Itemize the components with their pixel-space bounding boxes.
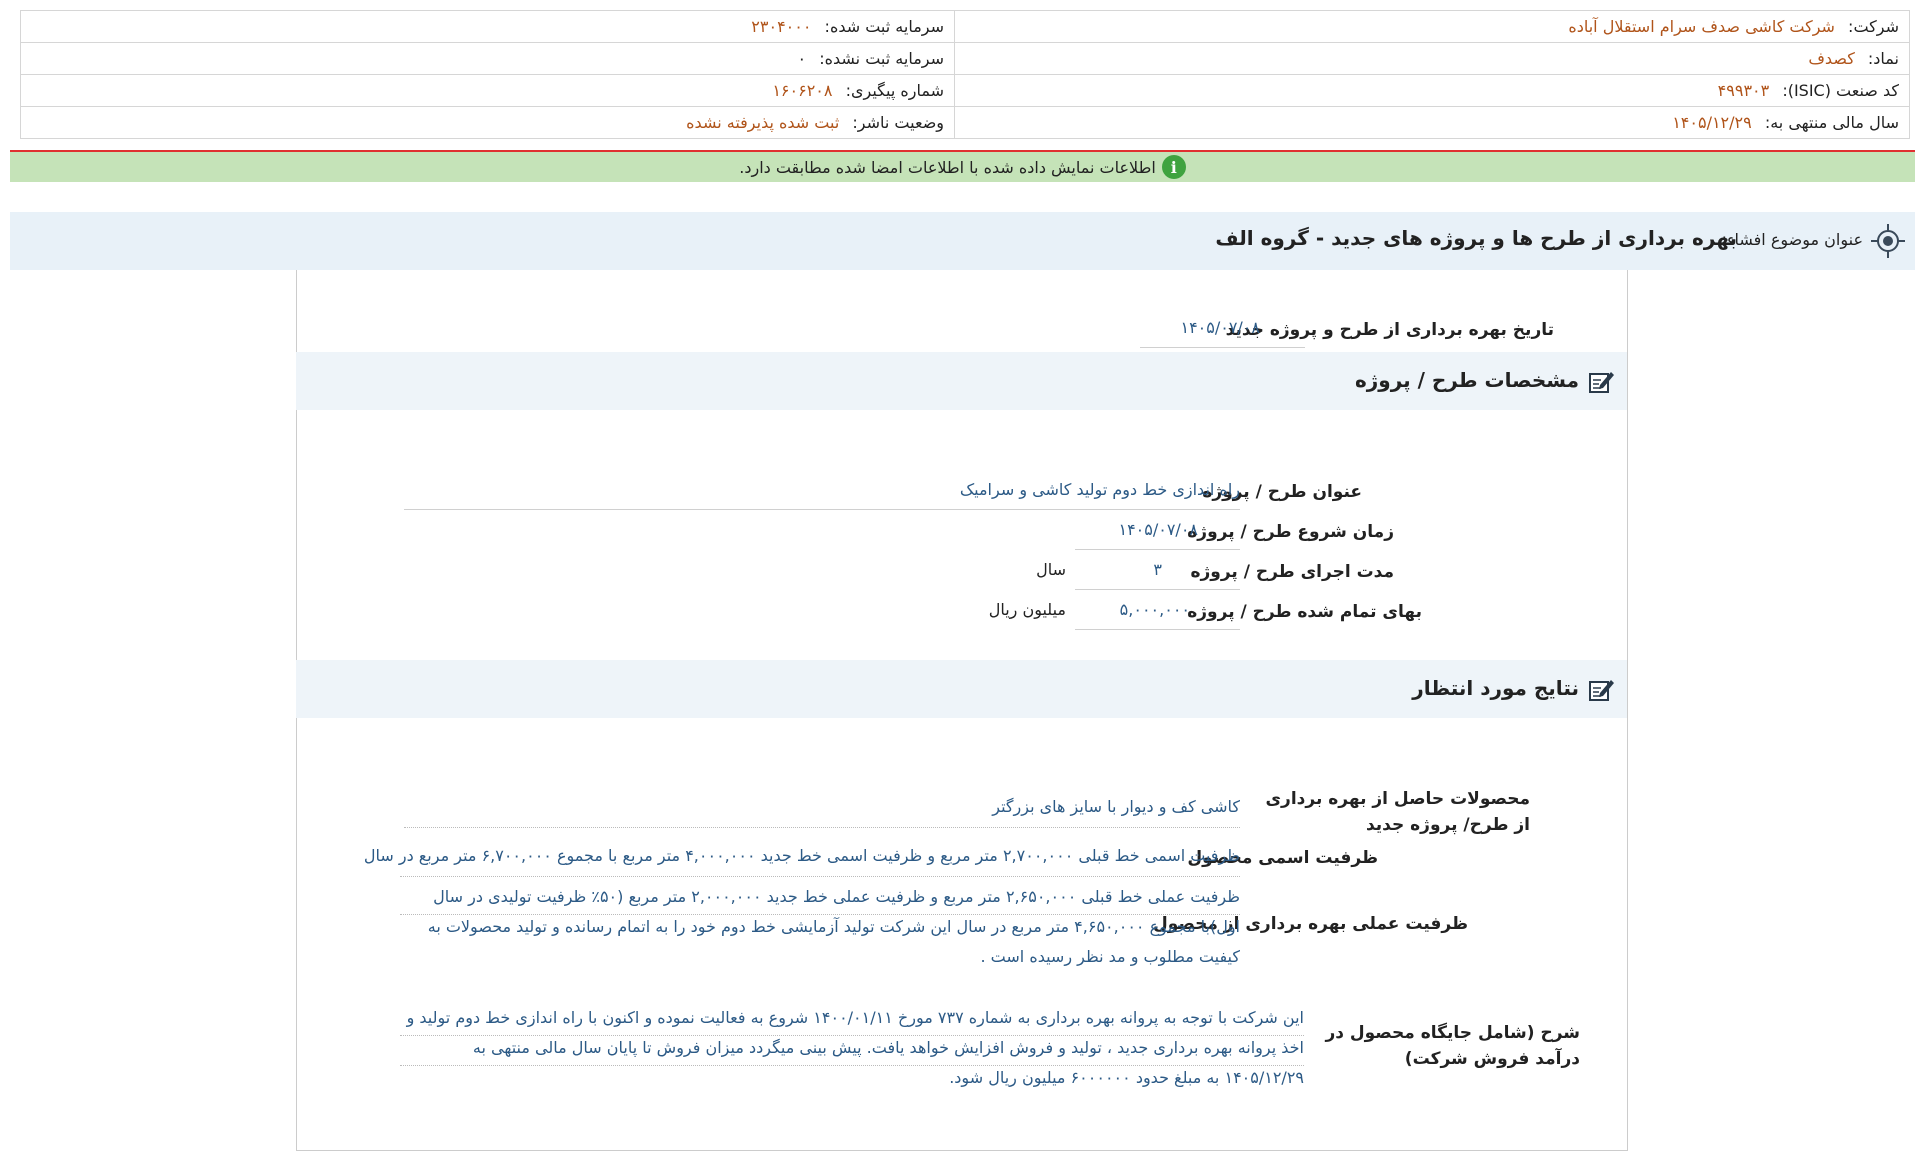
subject-label: عنوان موضوع افشاء: xyxy=(1721,230,1863,249)
products-underline xyxy=(404,827,1240,828)
project-duration-value: ۳ xyxy=(1153,560,1162,579)
target-icon xyxy=(1871,224,1905,258)
project-cost-unit: میلیون ریال xyxy=(988,600,1066,619)
company-info-table: شرکت: شرکت کاشی صدف سرام استقلال آباده س… xyxy=(20,10,1910,139)
project-duration-underline xyxy=(1075,589,1240,590)
project-duration-label: مدت اجرای طرح / پروژه xyxy=(1190,562,1394,582)
project-specs-title: مشخصات طرح / پروژه xyxy=(1354,368,1579,392)
project-cost-value: ۵,۰۰۰,۰۰۰ xyxy=(1119,600,1190,619)
symbol-value: کصدف xyxy=(1808,49,1855,68)
products-value: کاشی کف و دیوار با سایز های بزرگتر xyxy=(992,797,1240,816)
publisher-status-cell: وضعیت ناشر: ثبت شده پذیرفته نشده xyxy=(20,106,955,139)
exploitation-date-underline xyxy=(1140,347,1305,348)
company-label: شرکت: xyxy=(1848,17,1899,36)
nominal-capacity-value: ظرفیت اسمی خط قبلی ۲,۷۰۰,۰۰۰ متر مربع و … xyxy=(363,846,1240,865)
unregistered-capital-cell: سرمایه ثبت نشده: ۰ xyxy=(20,42,955,75)
expected-results-title: نتایج مورد انتظار xyxy=(1412,676,1579,700)
fiscal-year-cell: سال مالی منتهی به: ۱۴۰۵/۱۲/۲۹ xyxy=(954,106,1910,139)
publisher-status-label: وضعیت ناشر: xyxy=(852,113,944,132)
practical-capacity-underline-1 xyxy=(400,914,1240,915)
project-start-underline xyxy=(1075,549,1240,550)
practical-capacity-value: ظرفیت عملی خط قبلی ۲,۶۵۰,۰۰۰ متر مربع و … xyxy=(427,887,1240,966)
project-start-label: زمان شروع طرح / پروژه xyxy=(1187,522,1394,542)
isic-cell: کد صنعت (ISIC): ۴۹۹۳۰۳ xyxy=(954,74,1910,107)
project-cost-underline xyxy=(1075,629,1240,630)
registered-capital-cell: سرمایه ثبت شده: ۲۳۰۴۰۰۰ xyxy=(20,10,955,43)
project-start-value: ۱۴۰۵/۰۷/۰۸ xyxy=(1118,520,1198,539)
products-label: محصولات حاصل از بهره برداری از طرح/ پروژ… xyxy=(1265,789,1530,835)
project-duration-unit: سال xyxy=(1036,560,1066,579)
unregistered-capital-value: ۰ xyxy=(797,49,807,68)
project-title-value: راه اندازی خط دوم تولید کاشی و سرامیک xyxy=(959,480,1240,499)
notice-text: اطلاعات نمایش داده شده با اطلاعات امضا ش… xyxy=(739,157,1156,177)
fiscal-year-label: سال مالی منتهی به: xyxy=(1764,113,1899,132)
description-value: این شرکت با توجه به پروانه بهره برداری ب… xyxy=(406,1008,1304,1087)
description-label: شرح (شامل جایگاه محصول در درآمد فروش شرک… xyxy=(1325,1023,1580,1069)
exploitation-date-value: ۱۴۰۵/۰۷/۰۸ xyxy=(1180,318,1260,337)
fiscal-year-value: ۱۴۰۵/۱۲/۲۹ xyxy=(1672,113,1752,132)
isic-label: کد صنعت (ISIC): xyxy=(1782,81,1899,100)
project-cost-label: بهای تمام شده طرح / پروژه xyxy=(1187,602,1422,622)
info-icon: i xyxy=(1161,155,1186,179)
symbol-cell: نماد: کصدف xyxy=(954,42,1910,75)
nominal-capacity-underline xyxy=(400,876,1240,877)
edit-icon xyxy=(1589,680,1614,701)
project-specs-section-header: مشخصات طرح / پروژه xyxy=(296,352,1627,410)
registered-capital-value: ۲۳۰۴۰۰۰ xyxy=(751,17,812,36)
subject-bar: عنوان موضوع افشاء: بهره برداری از طرح ها… xyxy=(10,212,1915,270)
notice-bar: i اطلاعات نمایش داده شده با اطلاعات امضا… xyxy=(10,152,1915,182)
company-value: شرکت کاشی صدف سرام استقلال آباده xyxy=(1568,17,1835,36)
description-underline-1 xyxy=(400,1035,1304,1036)
company-cell: شرکت: شرکت کاشی صدف سرام استقلال آباده xyxy=(954,10,1910,43)
publisher-status-value: ثبت شده پذیرفته نشده xyxy=(686,113,840,132)
tracking-label: شماره پیگیری: xyxy=(845,81,944,100)
exploitation-date-label: تاریخ بهره برداری از طرح و پروژه جدید xyxy=(1225,320,1554,340)
tracking-value: ۱۶۰۶۲۰۸ xyxy=(772,81,833,100)
project-title-underline xyxy=(404,509,1240,510)
symbol-label: نماد: xyxy=(1867,49,1899,68)
edit-icon xyxy=(1589,372,1614,393)
description-underline-2 xyxy=(400,1065,1304,1066)
unregistered-capital-label: سرمایه ثبت نشده: xyxy=(819,49,944,68)
tracking-cell: شماره پیگیری: ۱۶۰۶۲۰۸ xyxy=(20,74,955,107)
isic-value: ۴۹۹۳۰۳ xyxy=(1717,81,1770,100)
subject-title: بهره برداری از طرح ها و پروژه های جدید -… xyxy=(1215,226,1737,250)
registered-capital-label: سرمایه ثبت شده: xyxy=(824,17,944,36)
expected-results-section-header: نتایج مورد انتظار xyxy=(296,660,1627,718)
